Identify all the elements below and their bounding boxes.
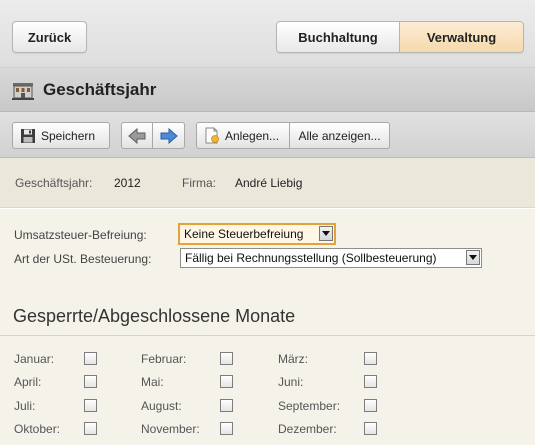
floppy-disk-icon [19, 127, 37, 145]
month-label-june: Juni: [278, 375, 304, 389]
month-checkbox-february[interactable] [220, 352, 233, 365]
building-icon [12, 82, 34, 100]
month-label-july: Juli: [14, 399, 36, 413]
tab-verwaltung[interactable]: Verwaltung [400, 22, 523, 52]
previous-record-button[interactable] [121, 122, 153, 149]
chevron-down-icon [319, 226, 333, 241]
save-button[interactable]: Speichern [12, 122, 110, 149]
fiscal-year-label: Geschäftsjahr: [15, 176, 93, 190]
fiscal-year-value: 2012 [114, 176, 141, 190]
month-checkbox-october[interactable] [84, 422, 97, 435]
vat-exemption-selected-value: Keine Steuerbefreiung [184, 227, 304, 241]
month-checkbox-april[interactable] [84, 375, 97, 388]
module-switcher: Buchhaltung Verwaltung [276, 21, 524, 53]
locked-months-heading: Gesperrte/Abgeschlossene Monate [13, 306, 296, 326]
month-checkbox-may[interactable] [220, 375, 233, 388]
company-label: Firma: [182, 176, 216, 190]
new-document-icon [203, 127, 221, 145]
chevron-down-icon [466, 250, 480, 265]
company-value: André Liebig [235, 176, 303, 190]
month-label-november: November: [141, 422, 200, 436]
vat-type-label: Art der USt. Besteuerung: [14, 252, 152, 266]
save-button-label: Speichern [41, 128, 96, 143]
show-all-button-label: Alle anzeigen... [298, 128, 381, 143]
month-checkbox-january[interactable] [84, 352, 97, 365]
back-button[interactable]: Zurück [12, 21, 87, 53]
toolbar: Speichern Anlegen... Alle anzeigen... [0, 112, 535, 158]
month-label-march: März: [278, 352, 308, 366]
arrow-left-icon [128, 127, 146, 144]
record-info-bar: Geschäftsjahr: 2012 Firma: André Liebig [0, 158, 535, 208]
month-label-december: Dezember: [278, 422, 337, 436]
month-label-april: April: [14, 375, 42, 389]
vat-exemption-label: Umsatzsteuer-Befreiung: [14, 228, 147, 242]
section-divider [0, 335, 535, 336]
month-checkbox-june[interactable] [364, 375, 377, 388]
month-checkbox-august[interactable] [220, 399, 233, 412]
fiscal-year-form: Umsatzsteuer-Befreiung: Keine Steuerbefr… [0, 209, 535, 445]
next-record-button[interactable] [153, 122, 185, 149]
vat-type-selected-value: Fällig bei Rechnungsstellung (Sollbesteu… [185, 251, 437, 265]
month-label-september: September: [278, 399, 341, 413]
month-label-may: Mai: [141, 375, 164, 389]
vat-type-select[interactable]: Fällig bei Rechnungsstellung (Sollbesteu… [180, 248, 482, 268]
month-checkbox-november[interactable] [220, 422, 233, 435]
tab-buchhaltung[interactable]: Buchhaltung [277, 22, 400, 52]
page-title: Geschäftsjahr [43, 79, 157, 99]
month-label-august: August: [141, 399, 182, 413]
month-label-february: Februar: [141, 352, 187, 366]
show-all-button[interactable]: Alle anzeigen... [290, 122, 390, 149]
vat-exemption-select[interactable]: Keine Steuerbefreiung [178, 223, 336, 245]
arrow-right-icon [160, 127, 178, 144]
month-checkbox-march[interactable] [364, 352, 377, 365]
month-checkbox-september[interactable] [364, 399, 377, 412]
create-button[interactable]: Anlegen... [196, 122, 290, 149]
page-header: Geschäftsjahr [0, 68, 535, 112]
month-checkbox-december[interactable] [364, 422, 377, 435]
top-navigation-bar: Zurück Buchhaltung Verwaltung [0, 0, 535, 68]
month-label-january: Januar: [14, 352, 55, 366]
month-label-october: Oktober: [14, 422, 61, 436]
create-button-label: Anlegen... [225, 128, 280, 143]
month-checkbox-july[interactable] [84, 399, 97, 412]
